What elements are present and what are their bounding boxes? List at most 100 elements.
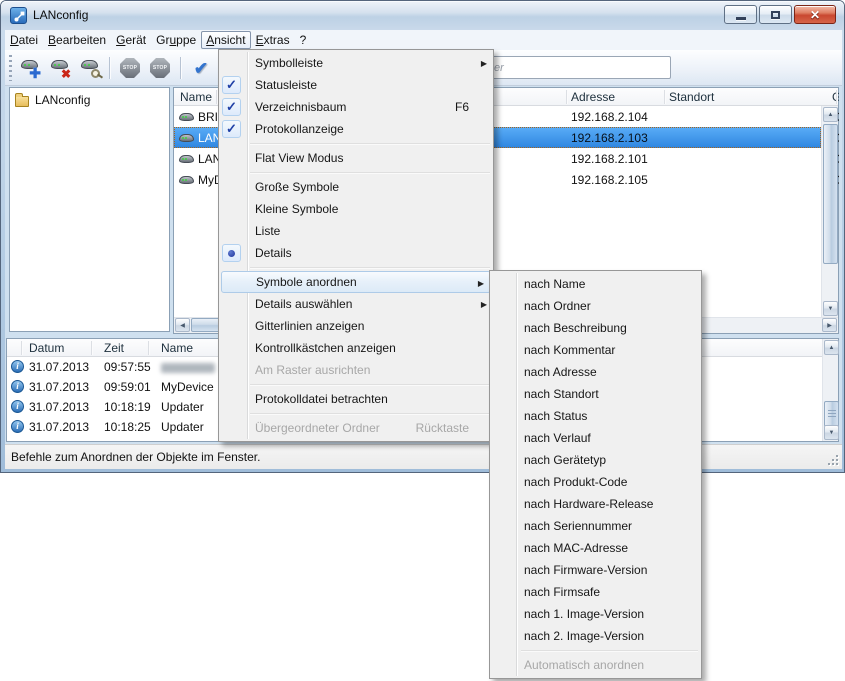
remove-device-icon[interactable]: ✖ — [46, 55, 72, 81]
find-device-icon[interactable] — [76, 55, 102, 81]
minimize-icon — [736, 17, 746, 20]
menu-item-label: nach Firmware-Version — [524, 563, 647, 577]
log-column-name[interactable]: Name — [161, 341, 193, 355]
menubar-item-datei[interactable]: Datei — [5, 31, 43, 49]
menu-item-nach-1-image-version[interactable]: nach 1. Image-Version — [490, 603, 701, 625]
menu-item-label: nach Firmsafe — [524, 585, 600, 599]
tree-item-lanconfig[interactable]: LANconfig — [10, 88, 169, 107]
menu-item-liste[interactable]: Liste — [219, 220, 493, 242]
check-device-icon[interactable]: ✔ — [188, 55, 214, 81]
checkmark-icon: ✓ — [222, 120, 241, 138]
header-separator[interactable] — [91, 341, 92, 355]
menu-item-nach-2-image-version[interactable]: nach 2. Image-Version — [490, 625, 701, 647]
menu-item-statusleiste[interactable]: ✓Statusleiste — [219, 74, 493, 96]
header-separator[interactable] — [566, 90, 567, 104]
restore-button[interactable] — [759, 5, 792, 24]
check-icon: ✔ — [194, 60, 208, 77]
header-separator[interactable] — [836, 90, 837, 104]
header-separator[interactable] — [664, 90, 665, 104]
toolbar-grip[interactable] — [9, 55, 12, 81]
folder-tree-panel: LANconfig — [9, 87, 170, 332]
menu-item-verzeichnisbaum[interactable]: ✓VerzeichnisbaumF6 — [219, 96, 493, 118]
device-address: 192.168.2.104 — [571, 110, 648, 124]
menu-item-nach-firmsafe[interactable]: nach Firmsafe — [490, 581, 701, 603]
menu-item-nach-beschreibung[interactable]: nach Beschreibung — [490, 317, 701, 339]
device-list-vertical-scrollbar[interactable]: ▲ ▼ — [821, 106, 838, 317]
add-device-icon[interactable]: ✚ — [16, 55, 42, 81]
menu-item-nach-mac-adresse[interactable]: nach MAC-Adresse — [490, 537, 701, 559]
menu-item-label: nach 1. Image-Version — [524, 607, 644, 621]
scroll-right-icon[interactable]: ▶ — [822, 318, 837, 332]
scroll-up-icon[interactable]: ▲ — [824, 340, 839, 355]
stop-action-icon[interactable]: STOP — [117, 55, 143, 81]
menubar-item-gruppe[interactable]: Gruppe — [151, 31, 201, 49]
stop-all-icon[interactable]: STOP — [147, 55, 173, 81]
menu-item-details-ausw-hlen[interactable]: Details auswählen▶ — [219, 293, 493, 315]
menu-item-nach-seriennummer[interactable]: nach Seriennummer — [490, 515, 701, 537]
menu-item-nach-name[interactable]: nach Name — [490, 273, 701, 295]
menu-item-details[interactable]: Details — [219, 242, 493, 264]
header-separator[interactable] — [216, 90, 217, 104]
log-name: MyDevice — [161, 380, 214, 394]
menubar-item-ger-t[interactable]: Gerät — [111, 31, 151, 49]
menu-item-protokolldatei-betrachten[interactable]: Protokolldatei betrachten — [219, 388, 493, 410]
menu-item-label: Symbole anordnen — [256, 275, 357, 289]
menu-item-symbole-anordnen[interactable]: Symbole anordnen▶ — [221, 271, 491, 293]
menu-item-nach-ger-tetyp[interactable]: nach Gerätetyp — [490, 449, 701, 471]
menu-item-nach-produkt-code[interactable]: nach Produkt-Code — [490, 471, 701, 493]
log-column-zeit[interactable]: Zeit — [104, 341, 124, 355]
log-time: 09:59:01 — [104, 380, 151, 394]
submenu-arrow-icon: ▶ — [481, 59, 487, 68]
scrollbar-thumb[interactable] — [824, 401, 839, 427]
menu-item-symbolleiste[interactable]: Symbolleiste ▶ — [219, 52, 493, 74]
menu-item-label: Symbolleiste — [255, 56, 323, 70]
titlebar[interactable]: LANconfig ✕ — [1, 1, 844, 30]
scroll-left-icon[interactable]: ◀ — [175, 318, 190, 332]
menu-item-gitterlinien-anzeigen[interactable]: Gitterlinien anzeigen — [219, 315, 493, 337]
tree-item-label: LANconfig — [35, 93, 90, 107]
log-time: 10:18:25 — [104, 420, 151, 434]
menu-item-label: Protokollanzeige — [255, 122, 344, 136]
menu-item-flat-view-modus[interactable]: Flat View Modus — [219, 147, 493, 169]
menu-item-label: nach Adresse — [524, 365, 597, 379]
menu-shortcut: F6 — [455, 100, 469, 114]
scroll-down-icon[interactable]: ▼ — [823, 301, 838, 316]
menu-item-label: nach Status — [524, 409, 587, 423]
radio-icon — [222, 244, 241, 262]
scroll-up-icon[interactable]: ▲ — [823, 107, 838, 122]
app-icon — [10, 7, 27, 24]
folder-icon — [15, 96, 29, 107]
menu-item-label: Details auswählen — [255, 297, 352, 311]
resize-grip[interactable] — [826, 453, 838, 465]
column-header-adresse[interactable]: Adresse — [571, 90, 615, 104]
menubar-item-bearbeiten[interactable]: Bearbeiten — [43, 31, 111, 49]
menu-item-nach-ordner[interactable]: nach Ordner — [490, 295, 701, 317]
menu-item-gro-e-symbole[interactable]: Große Symbole — [219, 176, 493, 198]
log-column-datum[interactable]: Datum — [29, 341, 64, 355]
search-input[interactable] — [471, 56, 671, 79]
header-separator[interactable] — [148, 341, 149, 355]
header-separator[interactable] — [21, 341, 22, 355]
menu-item-nach-hardware-release[interactable]: nach Hardware-Release — [490, 493, 701, 515]
thumb-grip — [828, 410, 836, 418]
menubar-item-ansicht[interactable]: Ansicht — [201, 31, 250, 49]
menu-item-nach-verlauf[interactable]: nach Verlauf — [490, 427, 701, 449]
minimize-button[interactable] — [724, 5, 757, 24]
menu-item-kontrollk-stchen-anzeigen[interactable]: Kontrollkästchen anzeigen — [219, 337, 493, 359]
menu-item-kleine-symbole[interactable]: Kleine Symbole — [219, 198, 493, 220]
menubar-item-help[interactable]: ? — [295, 31, 312, 49]
menu-item-label: nach Standort — [524, 387, 599, 401]
menubar-item-extras[interactable]: Extras — [251, 31, 295, 49]
close-button[interactable]: ✕ — [794, 5, 836, 24]
menu-item-nach-kommentar[interactable]: nach Kommentar — [490, 339, 701, 361]
menu-item-nach-adresse[interactable]: nach Adresse — [490, 361, 701, 383]
column-header-standort[interactable]: Standort — [669, 90, 714, 104]
column-header-name[interactable]: Name — [180, 90, 212, 104]
log-vertical-scrollbar[interactable]: ▲ ▼ — [822, 339, 838, 441]
menu-item-nach-firmware-version[interactable]: nach Firmware-Version — [490, 559, 701, 581]
scrollbar-thumb[interactable] — [823, 124, 838, 264]
menu-item-protokollanzeige[interactable]: ✓ Protokollanzeige — [219, 118, 493, 140]
menu-item-nach-status[interactable]: nach Status — [490, 405, 701, 427]
scroll-down-icon[interactable]: ▼ — [824, 425, 839, 440]
menu-item-nach-standort[interactable]: nach Standort — [490, 383, 701, 405]
